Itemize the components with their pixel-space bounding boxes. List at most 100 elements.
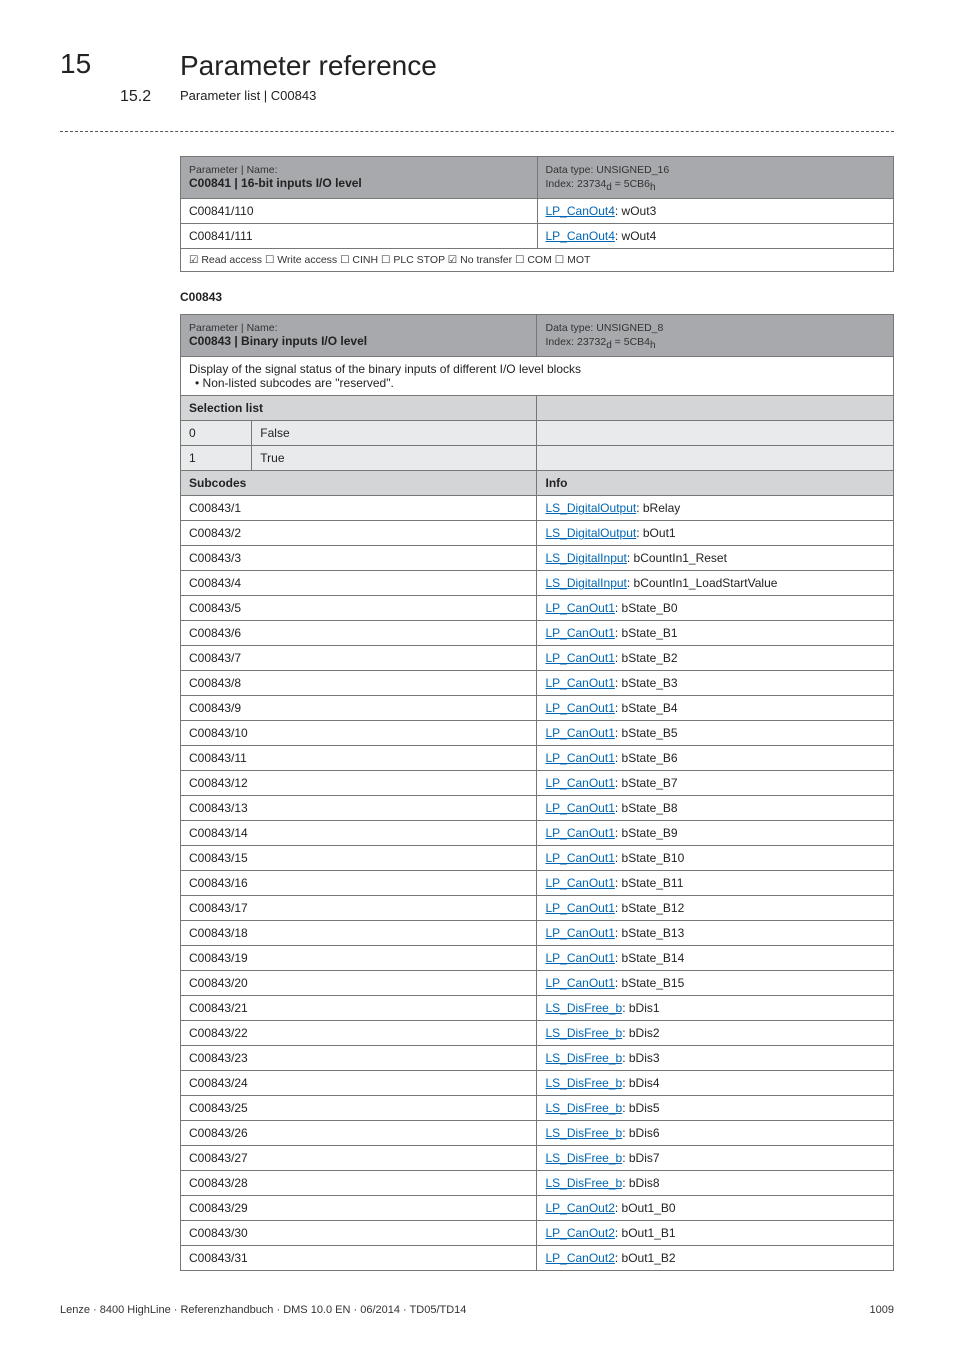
subcode: C00843/14 [181,821,537,846]
chapter-title: Parameter reference [180,50,894,82]
link[interactable]: LP_CanOut1 [545,676,614,690]
subcode-info: LS_DigitalOutput: bRelay [537,496,894,521]
subcode: C00843/19 [181,946,537,971]
subcode: C00843/1 [181,496,537,521]
link[interactable]: LP_CanOut1 [545,926,614,940]
footer-left: Lenze · 8400 HighLine · Referenzhandbuch… [60,1304,466,1316]
subcode: C00843/17 [181,896,537,921]
link[interactable]: LP_CanOut2 [545,1201,614,1215]
t2-desc: Display of the signal status of the bina… [181,357,894,396]
link[interactable]: LP_CanOut1 [545,651,614,665]
subcode-info: LS_DigitalOutput: bOut1 [537,521,894,546]
subcode-info: LS_DisFree_b: bDis3 [537,1046,894,1071]
link[interactable]: LP_CanOut1 [545,851,614,865]
subcode-info: LS_DisFree_b: bDis6 [537,1121,894,1146]
subcode: C00843/31 [181,1246,537,1271]
t1-code: C00841/111 [181,224,538,249]
link[interactable]: LS_DisFree_b [545,1026,622,1040]
link[interactable]: LP_CanOut1 [545,951,614,965]
section-number: 15.2 [120,88,180,106]
t2-dtype: Data type: UNSIGNED_8 [545,322,663,334]
link[interactable]: LP_CanOut1 [545,776,614,790]
link[interactable]: LS_DisFree_b [545,1051,622,1065]
link[interactable]: LP_CanOut1 [545,701,614,715]
t1-index: Index: 23734d = 5CB6h [546,178,656,190]
link[interactable]: LP_CanOut2 [545,1251,614,1265]
link[interactable]: LP_CanOut1 [545,876,614,890]
link[interactable]: LP_CanOut1 [545,901,614,915]
link[interactable]: LP_CanOut1 [545,751,614,765]
subcodes-label: Subcodes [181,471,537,496]
link[interactable]: LS_DisFree_b [545,1076,622,1090]
subcode: C00843/21 [181,996,537,1021]
link[interactable]: LP_CanOut1 [545,726,614,740]
subcode-info: LP_CanOut1: bState_B14 [537,946,894,971]
subcode-info: LS_DisFree_b: bDis8 [537,1171,894,1196]
link[interactable]: LS_DisFree_b [545,1001,622,1015]
subcode: C00843/6 [181,621,537,646]
link[interactable]: LP_CanOut1 [545,601,614,615]
subcode-info: LP_CanOut1: bState_B7 [537,771,894,796]
subcode-info: LS_DisFree_b: bDis5 [537,1096,894,1121]
subcode: C00843/30 [181,1221,537,1246]
subcode: C00843/12 [181,771,537,796]
subcode: C00843/10 [181,721,537,746]
subcode: C00843/23 [181,1046,537,1071]
subcode-info: LS_DisFree_b: bDis2 [537,1021,894,1046]
link[interactable]: LS_DisFree_b [545,1126,622,1140]
sel-val: True [252,446,537,471]
t1-info: LP_CanOut4: wOut4 [537,224,894,249]
divider [60,131,894,132]
subcode: C00843/28 [181,1171,537,1196]
sel-num: 1 [181,446,252,471]
subcode-info: LS_DigitalInput: bCountIn1_Reset [537,546,894,571]
subcode-info: LP_CanOut2: bOut1_B2 [537,1246,894,1271]
subcode: C00843/11 [181,746,537,771]
subcode: C00843/25 [181,1096,537,1121]
subcode-info: LP_CanOut1: bState_B9 [537,821,894,846]
t2-index: Index: 23732d = 5CB4h [545,336,655,348]
subcode: C00843/16 [181,871,537,896]
link[interactable]: LS_DigitalInput [545,576,626,590]
link[interactable]: LP_CanOut1 [545,626,614,640]
link[interactable]: LP_CanOut1 [545,976,614,990]
section-title: Parameter list | C00843 [180,88,894,103]
link[interactable]: LP_CanOut4 [546,204,615,218]
subcode: C00843/9 [181,696,537,721]
link[interactable]: LS_DigitalOutput [545,501,636,515]
subcode: C00843/13 [181,796,537,821]
link[interactable]: LP_CanOut4 [546,229,615,243]
sel-num: 0 [181,421,252,446]
subcode: C00843/4 [181,571,537,596]
subcode-info: LP_CanOut1: bState_B6 [537,746,894,771]
link[interactable]: LS_DisFree_b [545,1176,622,1190]
link[interactable]: LP_CanOut1 [545,826,614,840]
link[interactable]: LS_DisFree_b [545,1151,622,1165]
subcode-info: LP_CanOut1: bState_B15 [537,971,894,996]
t1-info: LP_CanOut4: wOut3 [537,199,894,224]
footer-page: 1009 [870,1304,894,1316]
subcode-info: LS_DisFree_b: bDis7 [537,1146,894,1171]
link[interactable]: LS_DisFree_b [545,1101,622,1115]
subcode-info: LP_CanOut1: bState_B0 [537,596,894,621]
link[interactable]: LS_DigitalInput [545,551,626,565]
subcode-info: LP_CanOut2: bOut1_B0 [537,1196,894,1221]
subcode: C00843/3 [181,546,537,571]
subcode-info: LS_DisFree_b: bDis1 [537,996,894,1021]
link[interactable]: LP_CanOut2 [545,1226,614,1240]
subcode: C00843/26 [181,1121,537,1146]
subcode-info: LP_CanOut1: bState_B1 [537,621,894,646]
t1-dtype: Data type: UNSIGNED_16 [546,164,670,176]
t1-header-label: Parameter | Name: [189,164,278,176]
link[interactable]: LP_CanOut1 [545,801,614,815]
subcode-info: LP_CanOut1: bState_B5 [537,721,894,746]
sel-empty [537,421,894,446]
link[interactable]: LS_DigitalOutput [545,526,636,540]
subcode-info: LP_CanOut1: bState_B12 [537,896,894,921]
param-table-c00841: Parameter | Name: C00841 | 16-bit inputs… [180,156,894,272]
subcode: C00843/7 [181,646,537,671]
t2-header-label: Parameter | Name: [189,322,278,334]
subcode-info: LP_CanOut1: bState_B10 [537,846,894,871]
t1-header-code: C00841 | 16-bit inputs I/O level [189,176,362,190]
subcode-info: LP_CanOut1: bState_B3 [537,671,894,696]
